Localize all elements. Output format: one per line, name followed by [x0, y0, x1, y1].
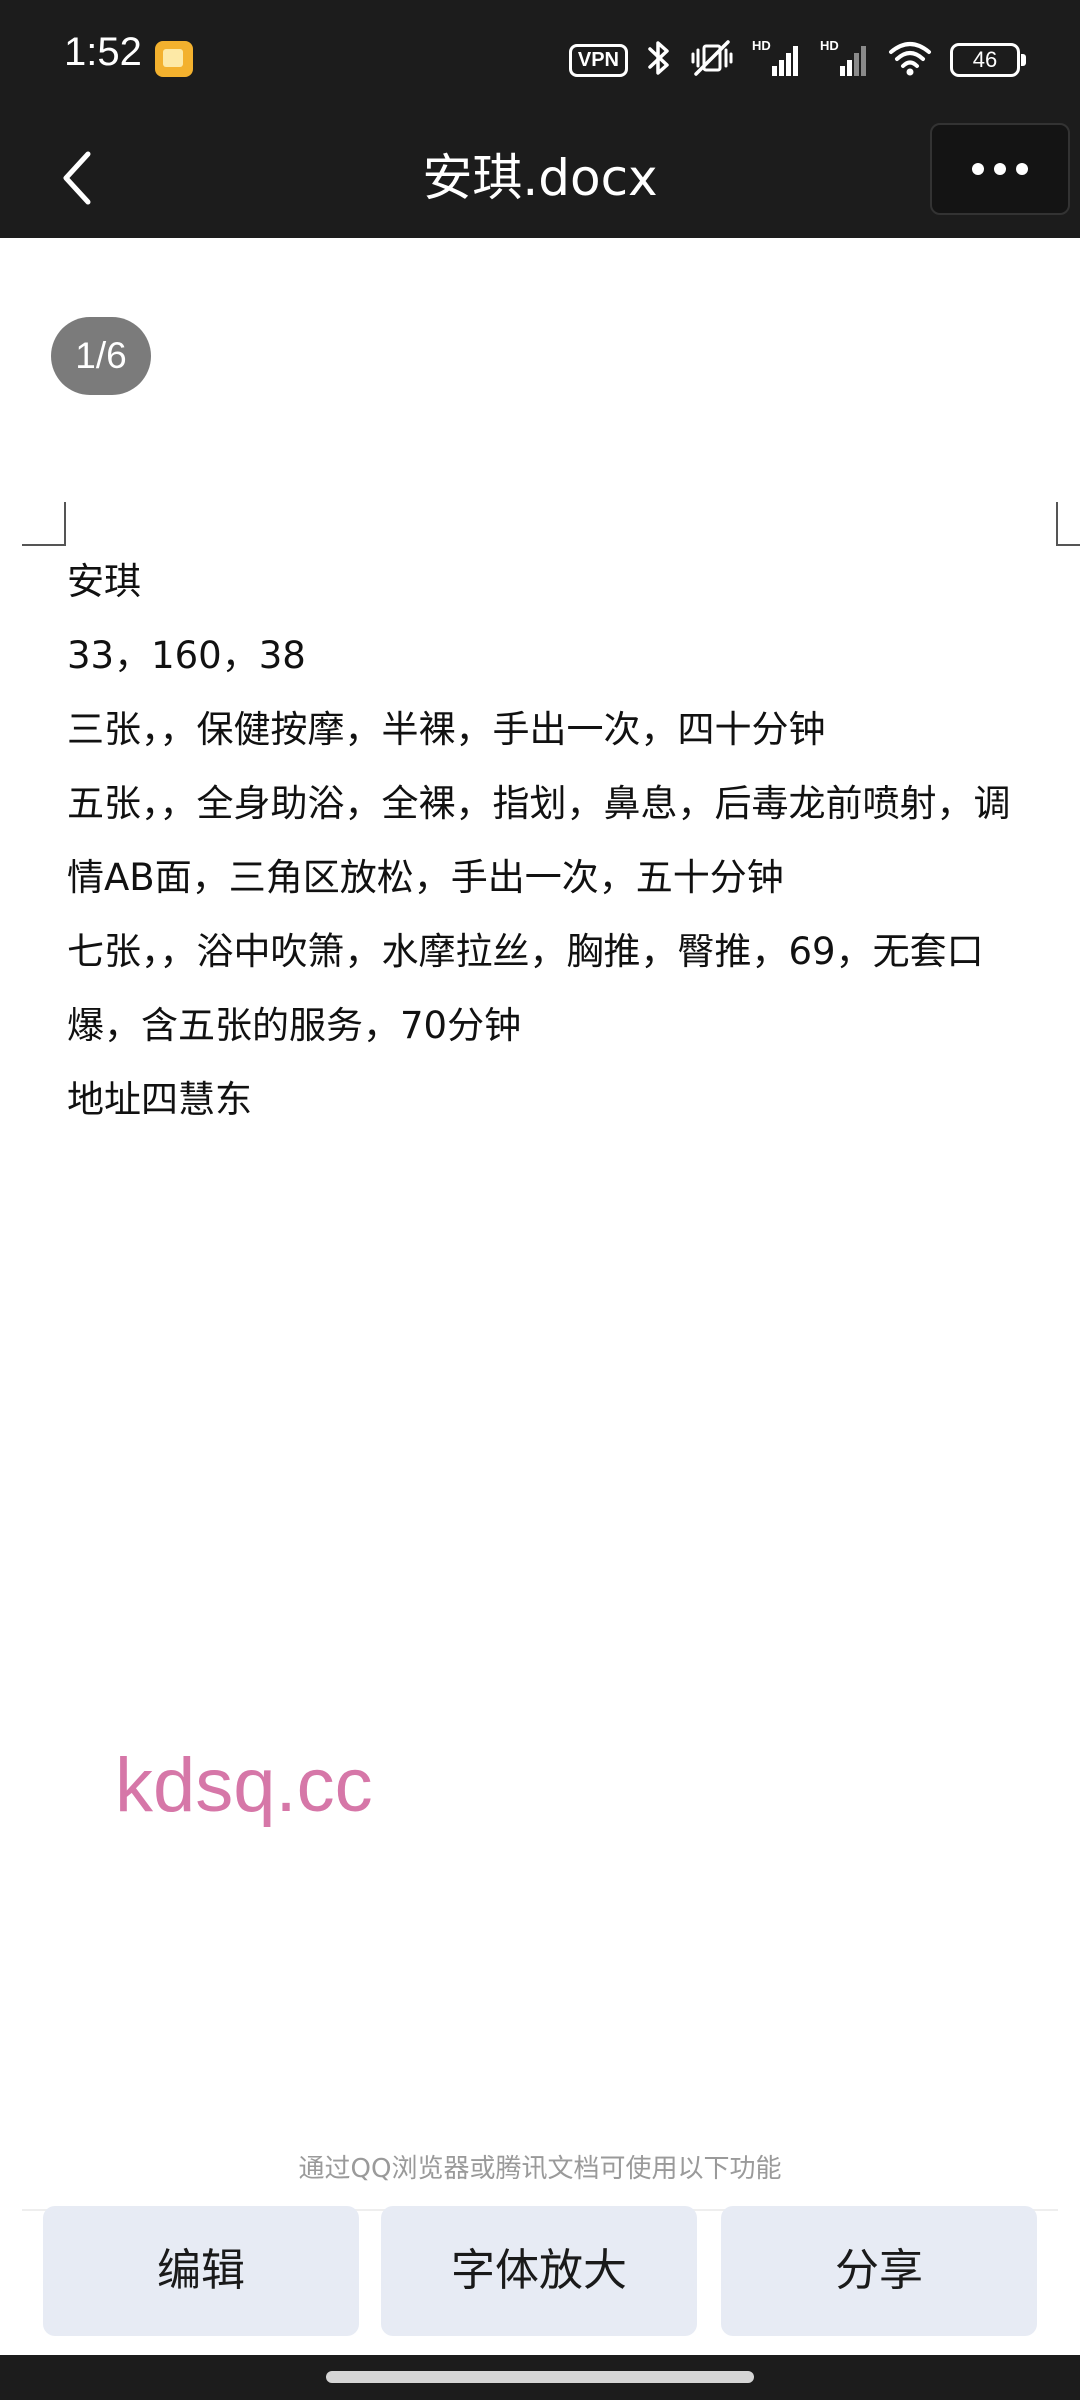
more-options-button[interactable] [930, 123, 1070, 215]
document-line: 三张，，保健按摩，半裸，手出一次，四十分钟 [67, 708, 826, 751]
status-time: 1:52 [64, 30, 142, 74]
battery-level: 46 [972, 47, 998, 72]
page-corner-mark [1056, 502, 1080, 546]
status-icons: VPN HD HD 46 [568, 36, 1026, 84]
signal-icon: HD [820, 38, 870, 82]
document-content: 安琪 33，160，38 三张，，保健按摩，半裸，手出一次，四十分钟 五张，，全… [67, 545, 1057, 1137]
feature-hint: 通过QQ浏览器或腾讯文档可使用以下功能 [298, 2154, 782, 2184]
status-bar: 1:52 VPN HD HD 46 [0, 0, 1080, 118]
edit-button[interactable]: 编辑 [43, 2206, 359, 2336]
notification-app-icon [155, 41, 193, 77]
mute-vibrate-icon [690, 38, 734, 82]
battery-icon: 46 [950, 43, 1026, 77]
watermark-text: kdsq.cc [115, 1743, 373, 1828]
svg-text:HD: HD [752, 38, 771, 53]
document-line: 七张，，浴中吹箫，水摩拉丝，胸推，臀推，69，无套口 [67, 930, 984, 973]
svg-text:HD: HD [820, 38, 839, 53]
chevron-left-icon [63, 151, 91, 205]
navigation-bar [0, 2355, 1080, 2400]
wifi-icon [888, 38, 932, 82]
document-line: 33，160，38 [67, 634, 306, 677]
page-title: 安琪.docx [422, 149, 658, 207]
title-bar: 安琪.docx [0, 118, 1080, 238]
home-indicator[interactable] [326, 2371, 754, 2383]
document-line: 情AB面，三角区放松，手出一次，五十分钟 [67, 856, 784, 899]
document-line: 地址四慧东 [67, 1078, 252, 1121]
more-dots-icon [972, 163, 1028, 175]
page-indicator: 1/6 [51, 317, 151, 395]
document-line: 安琪 [67, 560, 141, 603]
font-enlarge-button[interactable]: 字体放大 [381, 2206, 697, 2336]
signal-icon: HD [752, 38, 802, 82]
document-line: 爆，含五张的服务，70分钟 [67, 1004, 522, 1047]
page-corner-mark [22, 502, 66, 546]
bluetooth-icon [646, 38, 672, 82]
vpn-icon: VPN [568, 43, 628, 77]
back-button[interactable] [40, 142, 112, 214]
share-button[interactable]: 分享 [721, 2206, 1037, 2336]
document-line: 五张，，全身助浴，全裸，指划，鼻息，后毒龙前喷射，调 [67, 782, 1011, 825]
action-bar: 编辑 字体放大 分享 [43, 2206, 1038, 2336]
